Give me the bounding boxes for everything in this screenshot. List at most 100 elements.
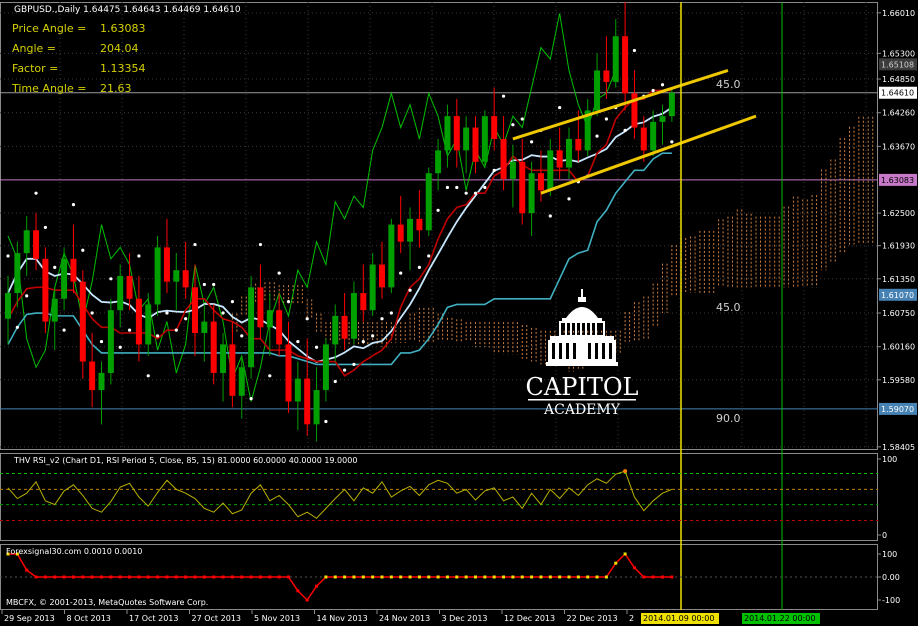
- candle-body: [481, 116, 488, 162]
- logo-line2: ACADEMY: [543, 402, 621, 418]
- candle-body: [145, 304, 152, 345]
- fs-dot: [511, 575, 515, 579]
- fs-dot: [558, 575, 562, 579]
- candle-body: [98, 372, 105, 391]
- candle-body: [537, 173, 544, 191]
- time-tick-label: 2: [629, 614, 634, 623]
- sar-dot: [314, 345, 319, 349]
- candle-body: [360, 293, 367, 311]
- fs-dot: [62, 575, 66, 579]
- price-tick-label: 1.64260: [882, 109, 915, 118]
- sar-dot: [670, 140, 674, 144]
- fs-dot: [333, 575, 337, 579]
- candle-body: [622, 36, 629, 94]
- fs-dot: [100, 575, 103, 579]
- sar-dot: [483, 185, 487, 190]
- fs-dot: [240, 575, 244, 579]
- sar-dot: [268, 374, 272, 378]
- time-tick-label: 22 Dec 2013: [567, 614, 618, 623]
- fs-dot: [296, 589, 300, 593]
- fs-dot: [90, 575, 94, 579]
- candle-body: [369, 264, 376, 311]
- sar-dot: [184, 317, 188, 321]
- time-tick-label: 14 Nov 2013: [317, 614, 368, 623]
- fs-dot: [71, 575, 75, 579]
- sar-dot: [156, 334, 160, 338]
- candle-body: [322, 344, 329, 391]
- candle-body: [566, 138, 572, 168]
- fs-dot: [539, 575, 543, 579]
- sar-dot: [212, 282, 216, 287]
- info-value: 1.63083: [100, 22, 146, 35]
- time-tick-label: 24 Nov 2013: [379, 614, 430, 623]
- sar-dot: [137, 254, 141, 258]
- candle-body: [556, 150, 563, 168]
- info-label: Time Angle =: [12, 82, 87, 95]
- time-marker-label: 2014.01.09 00:00: [643, 614, 714, 623]
- sar-dot: [417, 265, 421, 269]
- candle-body: [192, 287, 198, 334]
- sar-dot: [34, 191, 38, 195]
- candle-body: [463, 127, 470, 151]
- sar-dot: [473, 191, 478, 195]
- fs-dot: [445, 575, 449, 579]
- candle-body: [659, 116, 666, 122]
- candle-body: [135, 298, 142, 345]
- time-marker-label: 2014.01.22 00:00: [744, 614, 815, 623]
- fs-dot: [184, 575, 188, 579]
- fs-dot: [81, 575, 85, 579]
- sar-dot: [352, 362, 356, 366]
- price-highlight-label: 1.63083: [881, 176, 914, 185]
- candle-body: [220, 344, 227, 373]
- sar-dot: [71, 202, 76, 207]
- price-highlight-label: 1.61070: [881, 291, 914, 300]
- candle-body: [509, 161, 516, 179]
- fs-dot: [464, 575, 468, 579]
- fs-dot: [632, 566, 636, 570]
- candle-body: [173, 270, 180, 282]
- sar-dot: [127, 328, 132, 332]
- sar-dot: [530, 140, 534, 144]
- candle-body: [304, 378, 311, 425]
- sar-dot: [25, 294, 29, 298]
- sar-dot: [6, 254, 10, 258]
- sar-dot: [90, 311, 94, 315]
- candle-body: [603, 70, 610, 82]
- fs-dot: [258, 575, 262, 579]
- sar-dot: [511, 123, 515, 127]
- fs-dot: [53, 575, 57, 579]
- fs-dot: [576, 575, 580, 579]
- fs-dot: [277, 575, 281, 579]
- candle-body: [126, 275, 133, 299]
- fs-dot: [34, 575, 38, 579]
- price-tick-label: 1.59580: [882, 376, 915, 385]
- fs-dot: [455, 575, 459, 579]
- candle-body: [668, 92, 675, 117]
- candle-body: [285, 344, 292, 402]
- sar-dot: [436, 208, 440, 212]
- fs-dot: [436, 575, 440, 579]
- sar-dot: [464, 191, 468, 195]
- price-tick-label: 1.60160: [882, 343, 915, 352]
- fs-tick-label: 100: [882, 550, 897, 559]
- candle-body: [23, 230, 30, 254]
- symbol-header: GBPUSD.,Daily 1.64475 1.64643 1.64469 1.…: [14, 5, 241, 15]
- sar-dot: [146, 374, 150, 378]
- candle-body: [51, 298, 58, 322]
- fs-dot: [595, 575, 599, 579]
- fs-dot: [352, 575, 356, 579]
- fs-dot: [146, 575, 150, 579]
- candle-body: [388, 224, 395, 288]
- chart-canvas: 1.66010 1.65300 1.64850 1.64260 1.63670 1.625…: [0, 0, 918, 626]
- sar-dot: [277, 271, 281, 275]
- price-tick-label: 1.62500: [882, 209, 915, 218]
- rsi-tick-label: 100: [882, 455, 897, 464]
- candle-body: [266, 310, 273, 328]
- fs-tick-label: 0.00: [882, 573, 900, 582]
- fs-dot: [128, 575, 132, 579]
- fs-dot: [221, 575, 225, 579]
- fs-dot: [483, 575, 487, 579]
- price-tick-label: 1.63670: [882, 142, 915, 151]
- sar-dot: [62, 328, 66, 332]
- sar-dot: [193, 242, 197, 247]
